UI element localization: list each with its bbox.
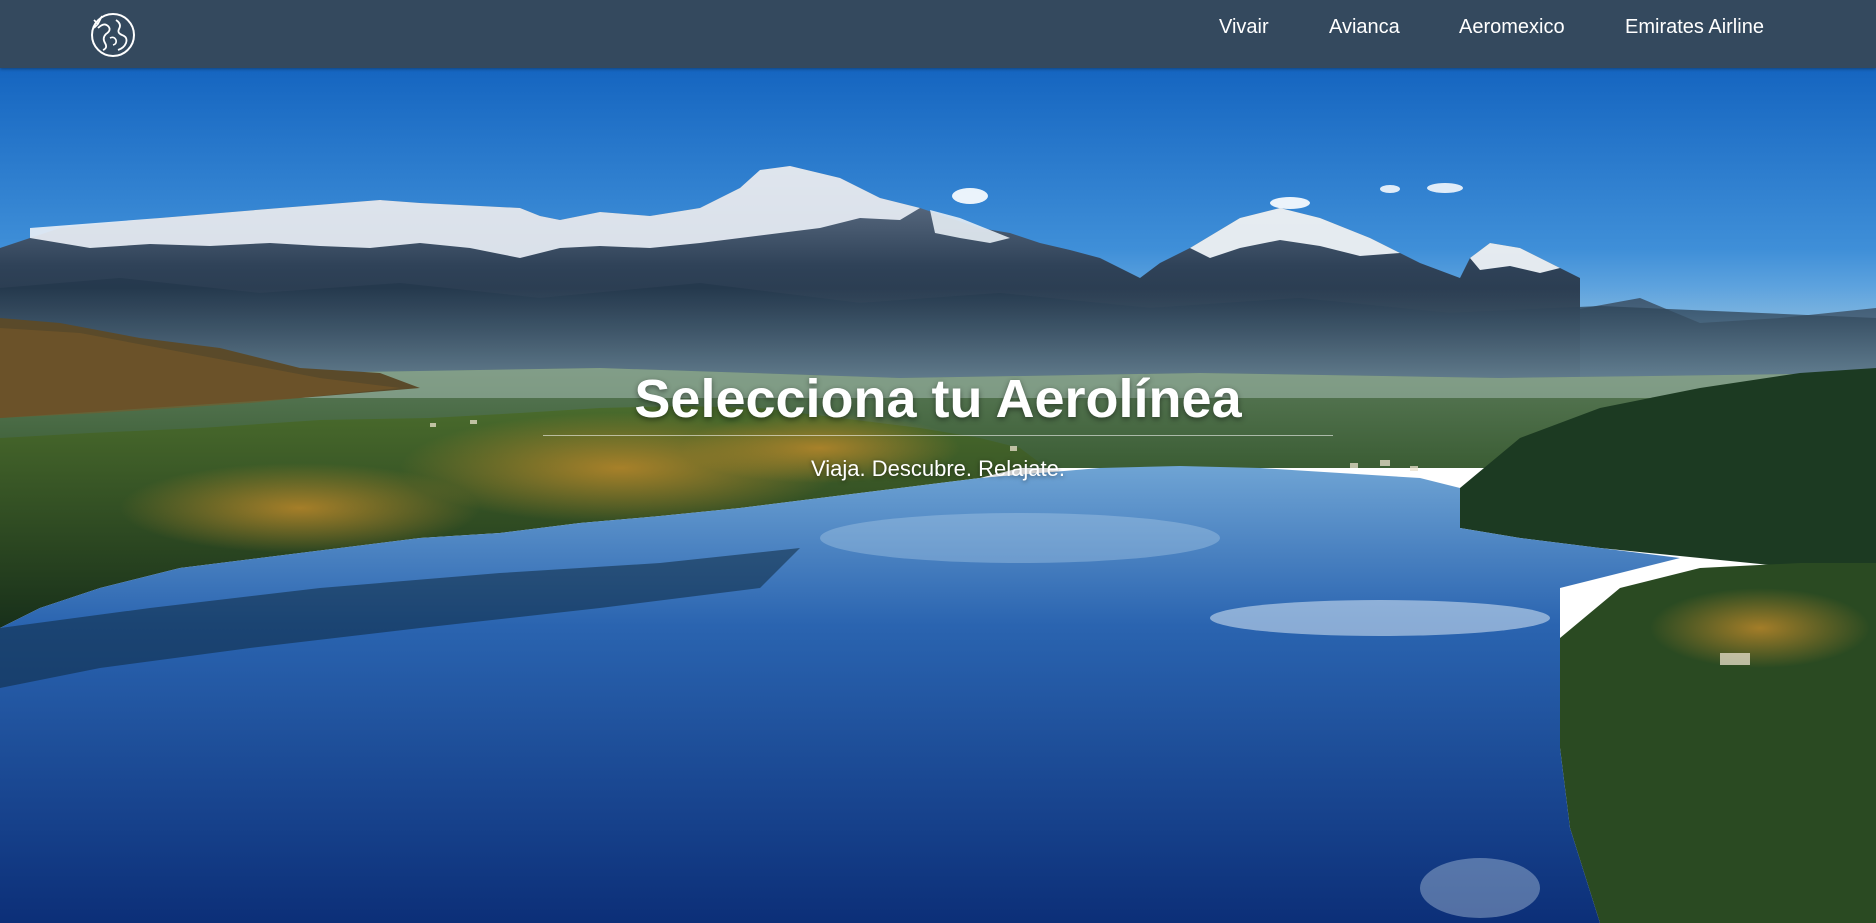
hero-banner: Selecciona tu Aerolínea Viaja. Descubre.… xyxy=(0,68,1876,923)
nav-link-aeromexico[interactable]: Aeromexico xyxy=(1459,16,1565,39)
hero-background-image xyxy=(0,68,1876,923)
nav-link-vivair[interactable]: Vivair xyxy=(1219,16,1269,39)
nav-link-emirates-airline[interactable]: Emirates Airline xyxy=(1625,16,1764,39)
nav-link-avianca[interactable]: Avianca xyxy=(1329,16,1400,39)
globe-icon[interactable] xyxy=(88,10,138,60)
hero-title: Selecciona tu Aerolínea xyxy=(634,369,1242,429)
hero-subtitle: Viaja. Descubre. Relajate. xyxy=(811,456,1065,481)
navbar: Vivair Avianca Aeromexico Emirates Airli… xyxy=(0,0,1876,68)
hero-divider xyxy=(543,435,1333,436)
